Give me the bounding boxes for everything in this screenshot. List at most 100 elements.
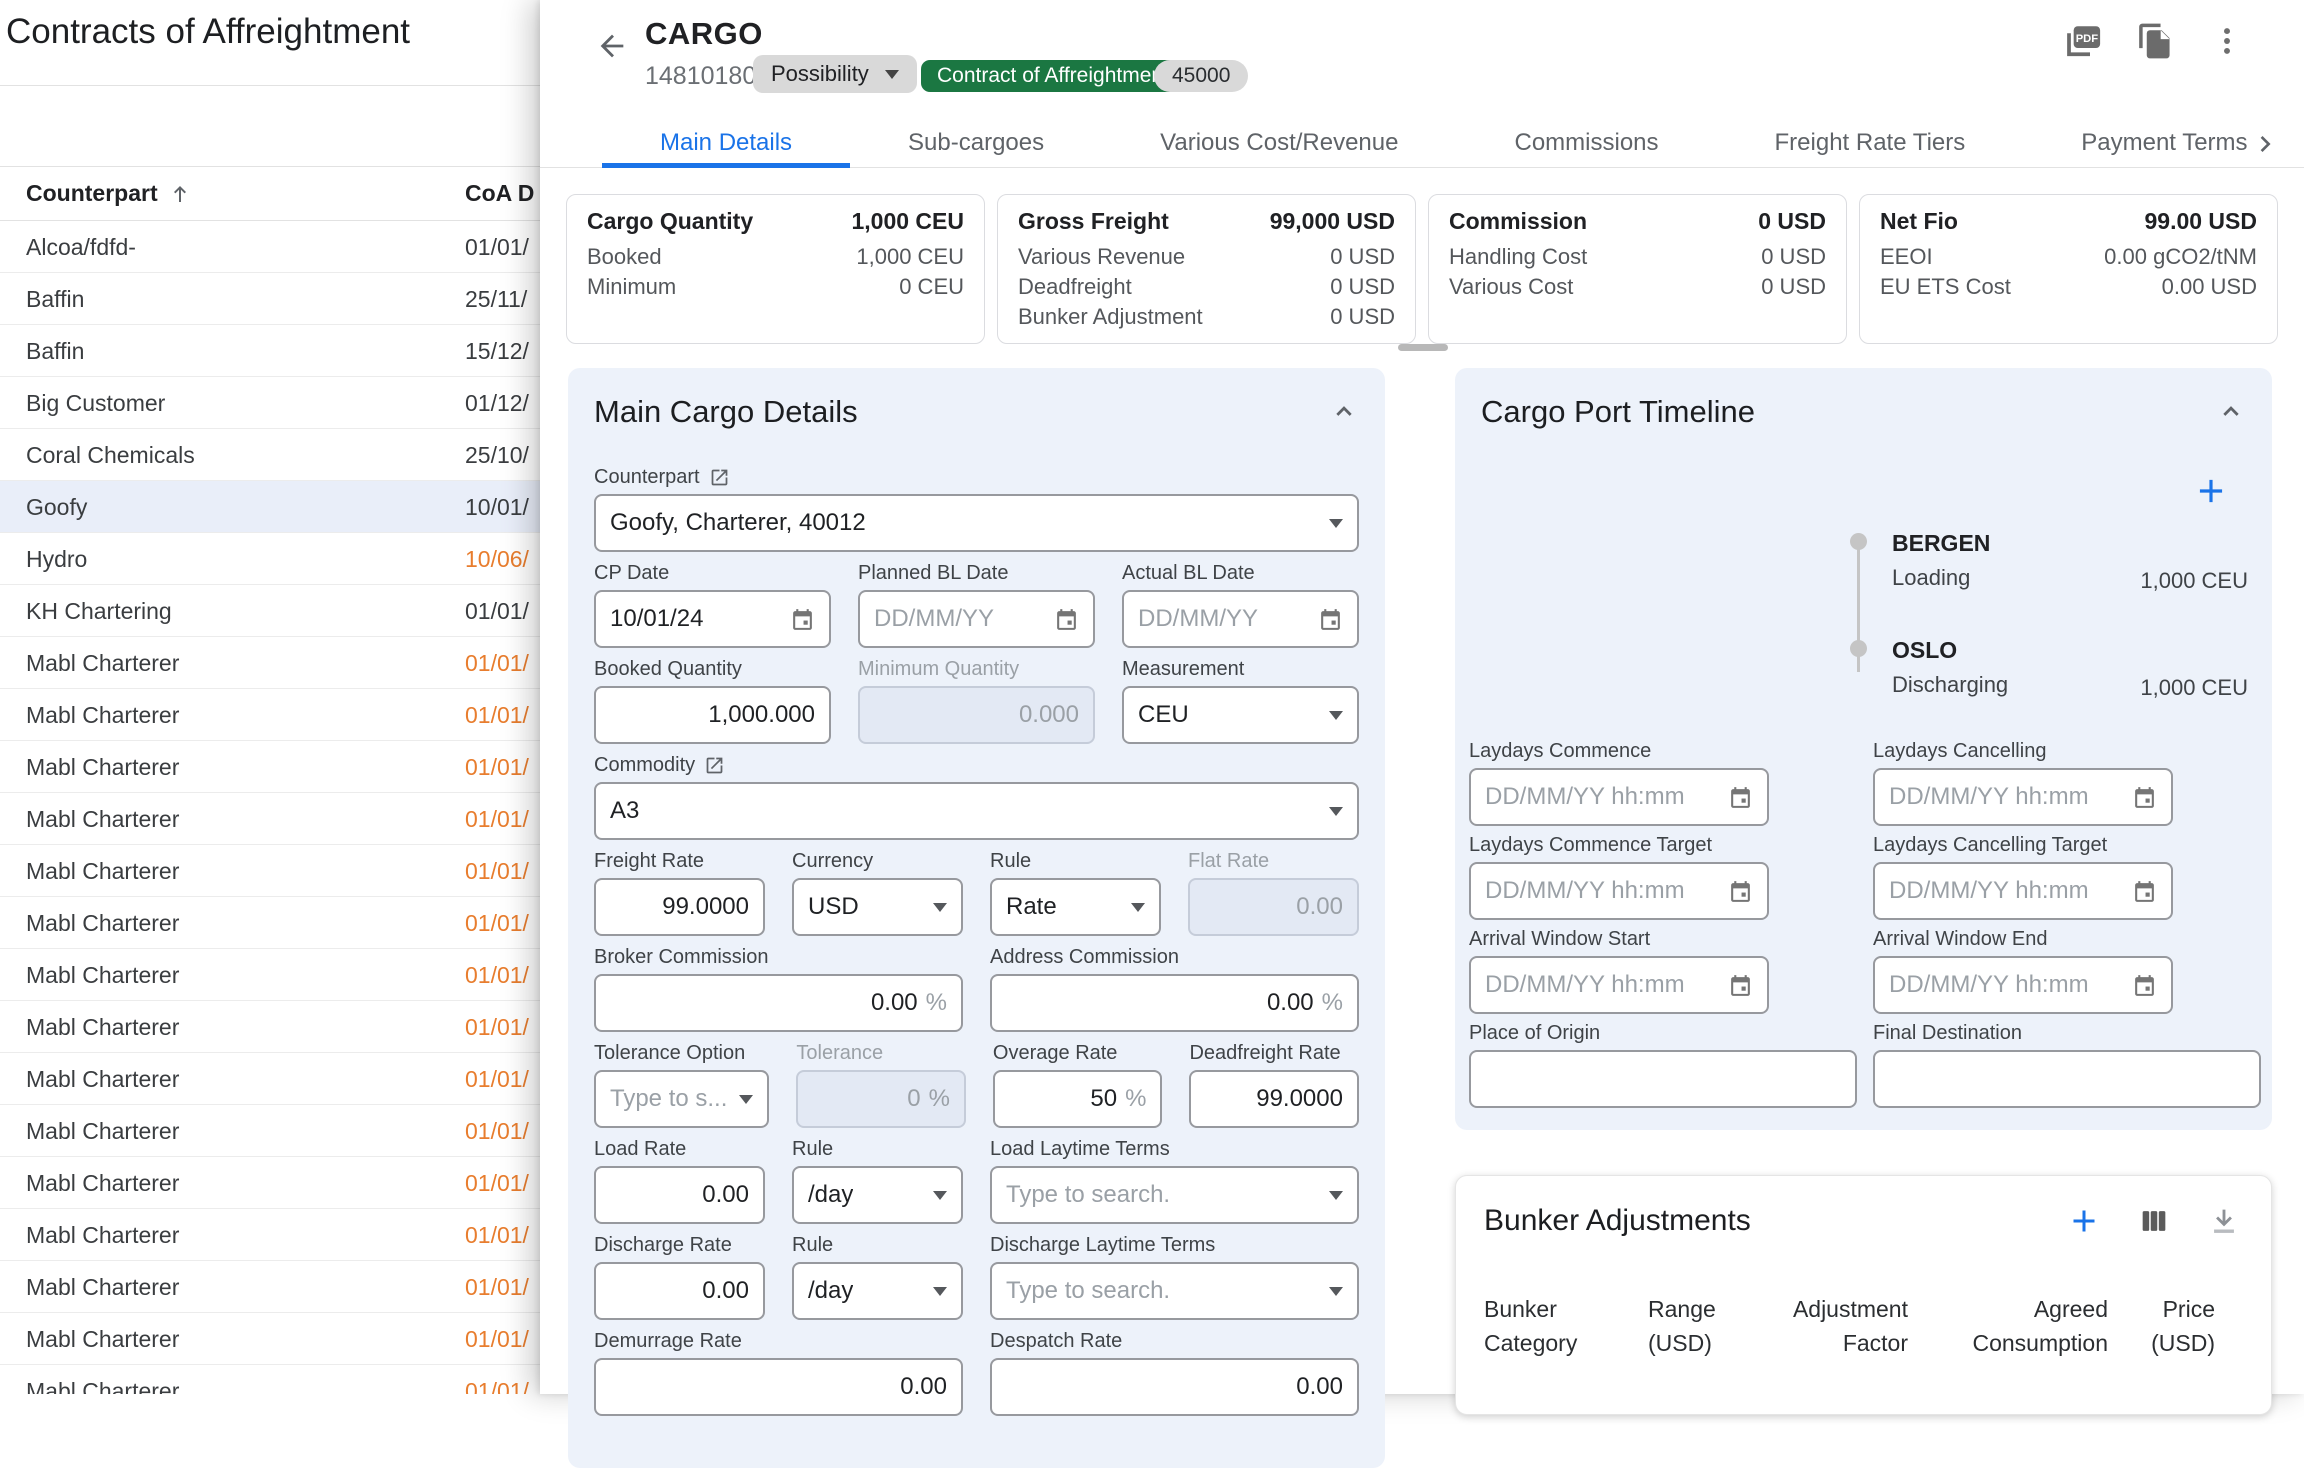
back-button[interactable] — [592, 26, 632, 66]
arrival-window-start-input[interactable] — [1485, 971, 1718, 999]
table-row[interactable]: Alcoa/fdfd- 01/01/ — [0, 221, 540, 273]
actual-bl-date-input[interactable] — [1138, 605, 1308, 633]
tab[interactable]: Sub-cargoes — [850, 118, 1102, 168]
address-commission-input[interactable] — [1006, 989, 1314, 1017]
collapse-section-button[interactable] — [2214, 394, 2248, 428]
discharge-rate-input[interactable] — [610, 1277, 749, 1305]
tab[interactable]: Various Cost/Revenue — [1102, 118, 1456, 168]
calendar-icon[interactable] — [2132, 785, 2157, 810]
broker-commission-input[interactable] — [610, 989, 918, 1017]
rule-select[interactable]: Rate — [990, 878, 1161, 936]
tolerance-option-select[interactable]: Type to s... — [594, 1070, 769, 1128]
add-port-button[interactable] — [2192, 472, 2230, 510]
freight-rate-field: Freight Rate — [594, 850, 765, 936]
planned-bl-date-input[interactable] — [874, 605, 1044, 633]
calendar-icon[interactable] — [790, 607, 815, 632]
row-counterpart: Mabl Charterer — [26, 1222, 179, 1249]
table-row[interactable]: Mabl Charterer 01/01/ — [0, 741, 540, 793]
laydays-commence-input[interactable] — [1485, 783, 1718, 811]
chevron-down-icon — [933, 1191, 947, 1200]
resize-handle[interactable] — [1398, 344, 1448, 351]
discharge-laytime-terms-select[interactable]: Type to search. — [990, 1262, 1359, 1320]
measurement-select[interactable]: CEU — [1122, 686, 1359, 744]
calendar-icon[interactable] — [2132, 973, 2157, 998]
table-row[interactable]: Mabl Charterer 01/01/ — [0, 1313, 540, 1365]
calendar-icon[interactable] — [1728, 879, 1753, 904]
export-pdf-button[interactable]: PDF — [2062, 20, 2104, 62]
table-row[interactable]: Mabl Charterer 01/01/ — [0, 949, 540, 1001]
column-header-coa-date[interactable]: CoA D — [465, 180, 534, 207]
column-price-usd[interactable]: Price(USD) — [2108, 1292, 2215, 1360]
column-agreed-consumption[interactable]: AgreedConsumption — [1908, 1292, 2108, 1360]
overage-rate-input[interactable] — [1009, 1085, 1117, 1113]
calendar-icon[interactable] — [1054, 607, 1079, 632]
table-row[interactable]: Mabl Charterer 01/01/ — [0, 793, 540, 845]
discharge-rule-select[interactable]: /day — [792, 1262, 963, 1320]
table-row[interactable]: Mabl Charterer 01/01/ — [0, 1209, 540, 1261]
calendar-icon[interactable] — [1728, 973, 1753, 998]
despatch-rate-input[interactable] — [1006, 1373, 1343, 1401]
timeline-stop[interactable]: BERGEN Loading 1,000 CEU — [1850, 530, 2248, 591]
column-header-counterpart[interactable]: Counterpart — [26, 180, 192, 207]
commodity-select[interactable]: A3 — [594, 782, 1359, 840]
external-link-icon[interactable] — [709, 467, 730, 488]
table-row[interactable]: Goofy 10/01/ — [0, 481, 540, 533]
table-row[interactable]: Mabl Charterer 01/01/ — [0, 1001, 540, 1053]
copy-document-button[interactable] — [2134, 20, 2176, 62]
place-of-origin-input[interactable] — [1485, 1065, 1841, 1093]
table-row[interactable]: Coral Chemicals 25/10/ — [0, 429, 540, 481]
column-adjustment-factor[interactable]: AdjustmentFactor — [1768, 1292, 1908, 1360]
column-range-usd[interactable]: Range(USD) — [1648, 1292, 1768, 1360]
download-button[interactable] — [2205, 1202, 2243, 1240]
table-row[interactable]: Mabl Charterer 01/01/ — [0, 637, 540, 689]
calendar-icon[interactable] — [1318, 607, 1343, 632]
row-coa-date: 15/12/ — [465, 338, 529, 365]
tabs-overflow-button[interactable] — [2250, 128, 2282, 160]
table-row[interactable]: Big Customer 01/12/ — [0, 377, 540, 429]
tab[interactable]: Main Details — [602, 118, 850, 168]
demurrage-rate-input[interactable] — [610, 1373, 947, 1401]
divider — [0, 85, 540, 86]
table-row[interactable]: Mabl Charterer 01/01/ — [0, 689, 540, 741]
currency-select[interactable]: USD — [792, 878, 963, 936]
column-settings-button[interactable] — [2135, 1202, 2173, 1240]
table-row[interactable]: Mabl Charterer 01/01/ — [0, 1365, 540, 1394]
laydays-cancelling-input[interactable] — [1889, 783, 2122, 811]
cp-date-input[interactable] — [610, 605, 780, 633]
timeline-stop[interactable]: OSLO Discharging 1,000 CEU — [1850, 637, 2248, 698]
freight-rate-input[interactable] — [610, 893, 749, 921]
table-row[interactable]: Mabl Charterer 01/01/ — [0, 897, 540, 949]
table-row[interactable]: Mabl Charterer 01/01/ — [0, 1157, 540, 1209]
deadfreight-rate-input[interactable] — [1205, 1085, 1343, 1113]
collapse-section-button[interactable] — [1327, 394, 1361, 428]
laydays-commence-target-input[interactable] — [1485, 877, 1718, 905]
laydays-commence-target-field: Laydays Commence Target — [1469, 834, 1769, 920]
add-bunker-adjustment-button[interactable] — [2065, 1202, 2103, 1240]
more-options-button[interactable] — [2206, 20, 2248, 62]
timeline-dot-icon — [1850, 640, 1867, 657]
external-link-icon[interactable] — [704, 755, 725, 776]
final-destination-input[interactable] — [1889, 1065, 2245, 1093]
laydays-cancelling-target-input[interactable] — [1889, 877, 2122, 905]
row-coa-date: 01/01/ — [465, 1118, 529, 1145]
load-laytime-terms-select[interactable]: Type to search. — [990, 1166, 1359, 1224]
table-row[interactable]: Mabl Charterer 01/01/ — [0, 1261, 540, 1313]
calendar-icon[interactable] — [2132, 879, 2157, 904]
table-row[interactable]: KH Chartering 01/01/ — [0, 585, 540, 637]
booked-quantity-input[interactable] — [610, 701, 815, 729]
load-rate-input[interactable] — [610, 1181, 749, 1209]
table-row[interactable]: Mabl Charterer 01/01/ — [0, 845, 540, 897]
table-row[interactable]: Mabl Charterer 01/01/ — [0, 1053, 540, 1105]
table-row[interactable]: Mabl Charterer 01/01/ — [0, 1105, 540, 1157]
table-row[interactable]: Hydro 10/06/ — [0, 533, 540, 585]
table-row[interactable]: Baffin 25/11/ — [0, 273, 540, 325]
column-bunker-category[interactable]: BunkerCategory — [1484, 1292, 1648, 1360]
counterpart-select[interactable]: Goofy, Charterer, 40012 — [594, 494, 1359, 552]
status-dropdown[interactable]: Possibility — [753, 55, 917, 93]
load-rule-select[interactable]: /day — [792, 1166, 963, 1224]
tab[interactable]: Freight Rate Tiers — [1717, 118, 2024, 168]
table-row[interactable]: Baffin 15/12/ — [0, 325, 540, 377]
tab[interactable]: Commissions — [1456, 118, 1716, 168]
calendar-icon[interactable] — [1728, 785, 1753, 810]
arrival-window-end-input[interactable] — [1889, 971, 2122, 999]
